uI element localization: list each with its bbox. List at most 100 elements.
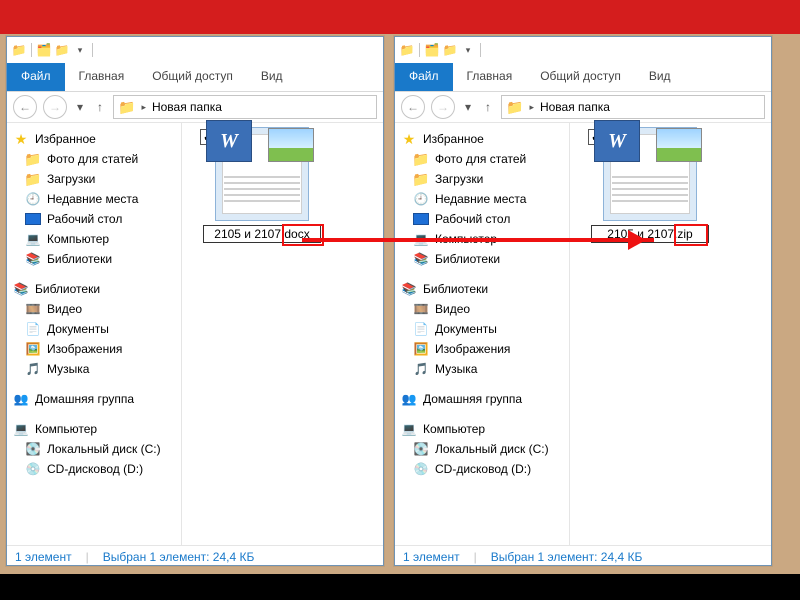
documents-icon: 📄 — [25, 321, 41, 337]
tree-item-label: Музыка — [435, 362, 477, 376]
tree-libraries[interactable]: 📚 Библиотеки — [9, 279, 179, 299]
properties-icon[interactable]: 🗂️ — [424, 42, 440, 58]
content-pane[interactable]: ✔ W — [182, 123, 383, 545]
tree-item[interactable]: 📄Документы — [397, 319, 567, 339]
tree-item[interactable]: 💿 CD-дисковод (D:) — [397, 459, 567, 479]
tree-favorites[interactable]: ★Избранное — [9, 129, 179, 149]
tree-libraries-label: Библиотеки — [35, 282, 100, 296]
separator — [31, 43, 32, 57]
breadcrumb-location[interactable]: Новая папка — [152, 100, 222, 114]
forward-button[interactable]: → — [431, 95, 455, 119]
breadcrumb-sep-icon: ▸ — [529, 102, 534, 113]
tree-item[interactable]: 💿CD-дисковод (D:) — [9, 459, 179, 479]
tree-libraries[interactable]: 📚Библиотеки — [397, 279, 567, 299]
address-bar[interactable]: 📁 ▸ Новая папка — [501, 95, 765, 119]
tree-item[interactable]: 🎞️Видео — [9, 299, 179, 319]
desktop-icon — [25, 211, 41, 227]
libraries-icon: 📚 — [13, 281, 29, 297]
tree-item-label: Библиотеки — [435, 252, 500, 266]
tab-home[interactable]: Главная — [65, 63, 139, 91]
file-item[interactable]: ✔ W — [586, 127, 714, 243]
tree-item-label: Видео — [435, 302, 470, 316]
tree-item-label: Загрузки — [47, 172, 95, 186]
properties-icon[interactable]: 🗂️ — [36, 42, 52, 58]
tree-item[interactable]: 🕘Недавние места — [397, 189, 567, 209]
tree-item[interactable]: 💻Компьютер — [9, 229, 179, 249]
folder-icon: 📁 — [54, 42, 70, 58]
cd-icon: 💿 — [413, 461, 429, 477]
file-item[interactable]: ✔ W — [198, 127, 326, 243]
tree-item[interactable]: 📁 Загрузки — [9, 169, 179, 189]
tree-item-label: CD-дисковод (D:) — [435, 462, 531, 476]
breadcrumb-location[interactable]: Новая папка — [540, 100, 610, 114]
cd-icon: 💿 — [25, 461, 41, 477]
address-bar[interactable]: 📁 ▸ Новая папка — [113, 95, 377, 119]
separator: | — [86, 550, 89, 564]
recent-icon: 🕘 — [25, 191, 41, 207]
tree-favorites[interactable]: ★Избранное — [397, 129, 567, 149]
tree-item-label: Фото для статей — [435, 152, 526, 166]
tree-computer[interactable]: 💻Компьютер — [9, 419, 179, 439]
tree-item[interactable]: 🖼️Изображения — [397, 339, 567, 359]
folder-icon: 📁 — [413, 151, 429, 167]
recent-dropdown-icon[interactable]: ▾ — [73, 100, 87, 114]
tree-item[interactable]: 🖼️Изображения — [9, 339, 179, 359]
tree-homegroup[interactable]: 👥Домашняя группа — [9, 389, 179, 409]
tree-item[interactable]: 🎞️Видео — [397, 299, 567, 319]
window-body: ★Избранное 📁 Фото для статей 📁Загрузки 🕘Н… — [395, 123, 771, 545]
computer-icon: 💻 — [25, 231, 41, 247]
libraries-icon: 📚 — [413, 251, 429, 267]
tree-item[interactable]: 📚Библиотеки — [9, 249, 179, 269]
tab-view[interactable]: Вид — [247, 63, 297, 91]
back-button[interactable]: ← — [13, 95, 37, 119]
tree-item-label: Рабочий стол — [47, 212, 122, 226]
status-count: 1 элемент — [403, 550, 460, 564]
tree-item[interactable]: 📁 Фото для статей — [397, 149, 567, 169]
up-button[interactable]: ↑ — [481, 100, 495, 114]
tree-item-label: Изображения — [47, 342, 122, 356]
tree-item[interactable]: 📄Документы — [9, 319, 179, 339]
tree-computer[interactable]: 💻 Компьютер — [397, 419, 567, 439]
separator — [92, 43, 93, 57]
folder-icon: 📁 — [413, 171, 429, 187]
back-button[interactable]: ← — [401, 95, 425, 119]
nav-tree: ★Избранное 📁 Фото для статей 📁Загрузки 🕘Н… — [395, 123, 570, 545]
tree-item[interactable]: 🎵Музыка — [397, 359, 567, 379]
up-button[interactable]: ↑ — [93, 100, 107, 114]
tree-item[interactable]: 📁Фото для статей — [9, 149, 179, 169]
status-selection: Выбран 1 элемент: 24,4 КБ — [491, 550, 643, 564]
tree-item[interactable]: 🎵Музыка — [9, 359, 179, 379]
libraries-icon: 📚 — [401, 281, 417, 297]
tree-item[interactable]: 📁Загрузки — [397, 169, 567, 189]
folder-icon: 📁 — [506, 99, 523, 116]
tree-item[interactable]: 💽Локальный диск (C:) — [9, 439, 179, 459]
folder-icon: 📁 — [25, 171, 41, 187]
content-pane[interactable]: ✔ W — [570, 123, 771, 545]
recent-dropdown-icon[interactable]: ▾ — [461, 100, 475, 114]
tree-item[interactable]: Рабочий стол — [397, 209, 567, 229]
drive-icon: 💽 — [25, 441, 41, 457]
forward-button[interactable]: → — [43, 95, 67, 119]
tree-item[interactable]: 🕘Недавние места — [9, 189, 179, 209]
dropdown-icon[interactable]: ▾ — [72, 42, 88, 58]
tree-item[interactable]: 💽Локальный диск (C:) — [397, 439, 567, 459]
tree-item-label: Недавние места — [435, 192, 526, 206]
tree-item-label: Музыка — [47, 362, 89, 376]
folder-icon: 📁 — [11, 42, 27, 58]
star-icon: ★ — [13, 131, 29, 147]
tab-file[interactable]: Файл — [395, 63, 453, 91]
tree-item[interactable]: 📚 Библиотеки — [397, 249, 567, 269]
nav-row: ← → ▾ ↑ 📁 ▸ Новая папка — [7, 92, 383, 123]
tab-file[interactable]: Файл — [7, 63, 65, 91]
status-bar: 1 элемент | Выбран 1 элемент: 24,4 КБ — [395, 545, 771, 568]
tree-item[interactable]: Рабочий стол — [9, 209, 179, 229]
tab-home[interactable]: Главная — [453, 63, 527, 91]
star-icon: ★ — [401, 131, 417, 147]
computer-icon: 💻 — [401, 421, 417, 437]
tree-homegroup[interactable]: 👥Домашняя группа — [397, 389, 567, 409]
tree-computer-label: Компьютер — [423, 422, 485, 436]
tab-view[interactable]: Вид — [635, 63, 685, 91]
tab-share[interactable]: Общий доступ — [138, 63, 247, 91]
dropdown-icon[interactable]: ▾ — [460, 42, 476, 58]
tab-share[interactable]: Общий доступ — [526, 63, 635, 91]
